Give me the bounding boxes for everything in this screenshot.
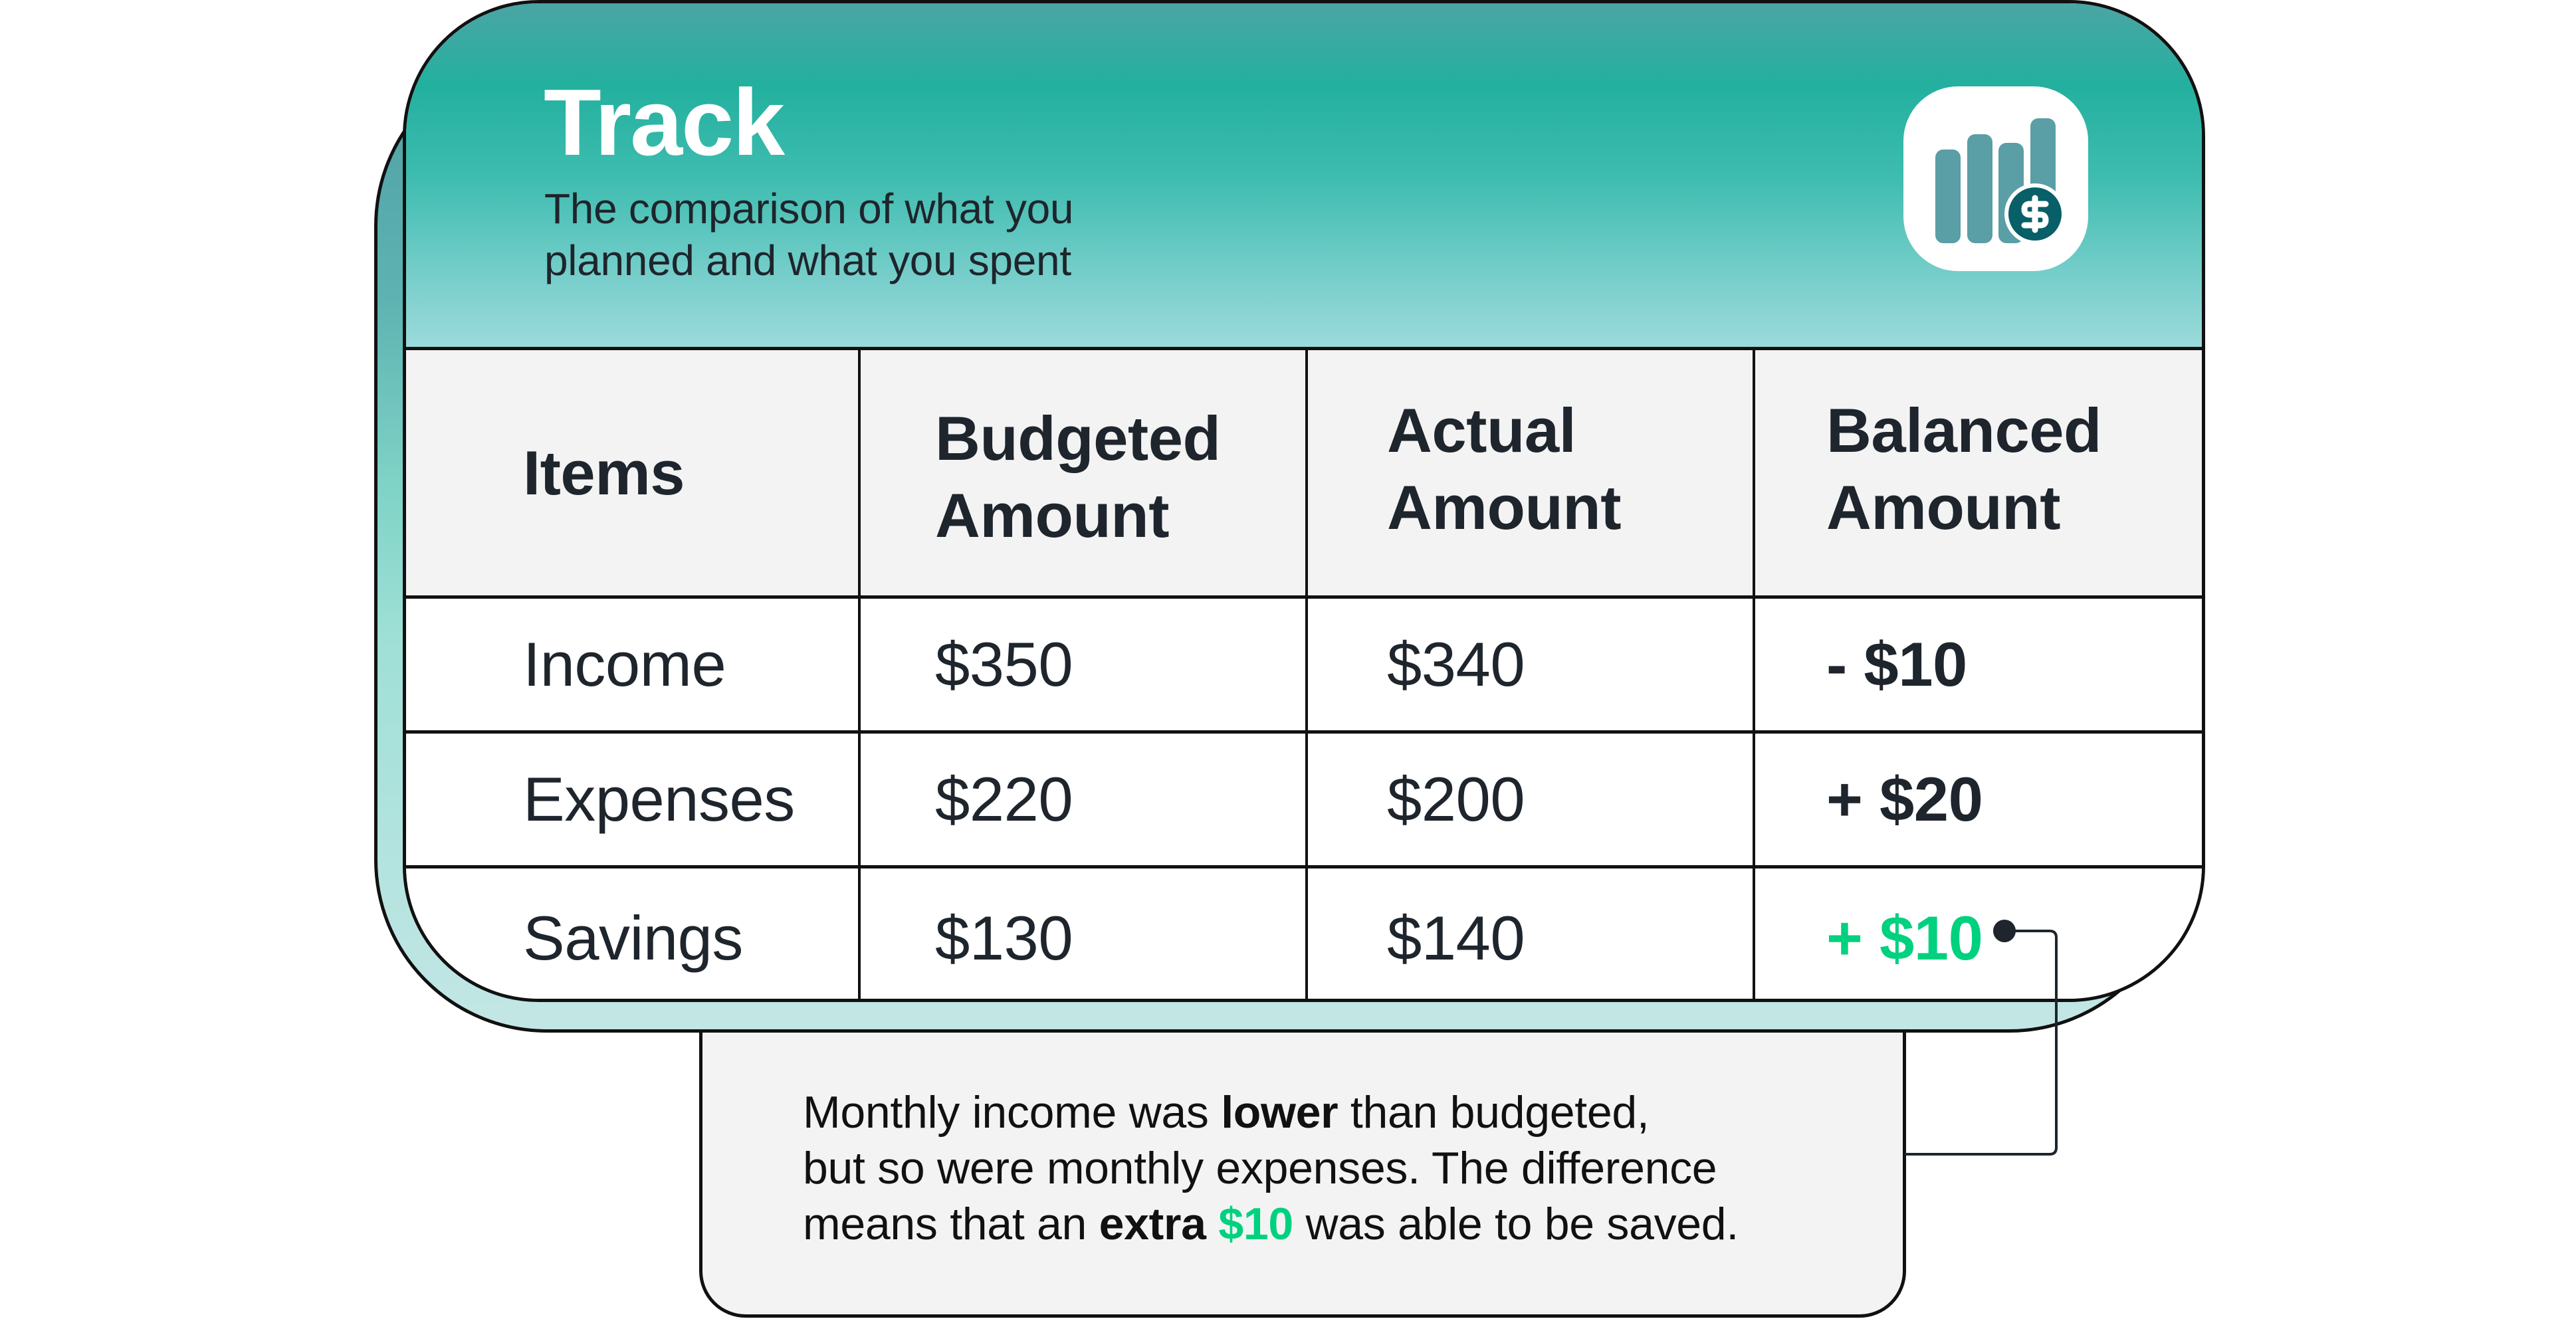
bar-chart-dollar-icon-graphic bbox=[1935, 118, 2066, 245]
callout-text-segment: but so were monthly expenses. The differ… bbox=[803, 1143, 1717, 1193]
item-label: Income bbox=[523, 629, 726, 699]
cell-budgeted: $130 bbox=[861, 868, 1308, 999]
balanced-value: - $10 bbox=[1826, 629, 1967, 699]
header-cell-actual: Actual Amount bbox=[1308, 350, 1755, 595]
cell-item: Expenses bbox=[406, 734, 861, 865]
track-card: Track The comparison of what you planned… bbox=[403, 0, 2205, 1002]
header-label: Budgeted Amount bbox=[935, 403, 1221, 550]
header-cell-balanced: Balanced Amount bbox=[1755, 350, 2202, 595]
bar-chart-dollar-icon bbox=[1903, 86, 2088, 271]
cell-balanced: + $20 bbox=[1755, 734, 2202, 865]
callout-text-segment: means that an bbox=[803, 1199, 1099, 1249]
header-cell-items: Items bbox=[406, 350, 861, 595]
header-label: Actual Amount bbox=[1387, 395, 1622, 542]
callout-space bbox=[1206, 1199, 1219, 1249]
card-title: Track bbox=[544, 70, 785, 175]
item-label: Savings bbox=[523, 903, 743, 973]
cell-budgeted: $220 bbox=[861, 734, 1308, 865]
header-cell-budgeted: Budgeted Amount bbox=[861, 350, 1308, 595]
table-row: Income $350 $340 - $10 bbox=[406, 599, 2202, 734]
actual-value: $140 bbox=[1387, 903, 1525, 973]
cell-budgeted: $350 bbox=[861, 599, 1308, 730]
item-label: Expenses bbox=[523, 764, 795, 834]
cell-balanced: - $10 bbox=[1755, 599, 2202, 730]
callout-text-segment: than budgeted, bbox=[1338, 1087, 1650, 1138]
cell-balanced: + $10 bbox=[1755, 868, 2202, 999]
cell-item: Savings bbox=[406, 868, 861, 999]
icon-bar bbox=[1967, 134, 1992, 243]
card-header: Track The comparison of what you planned… bbox=[406, 3, 2202, 350]
callout-emphasis-lower: lower bbox=[1221, 1087, 1339, 1138]
callout-text-segment: Monthly income was bbox=[803, 1087, 1222, 1138]
cell-actual: $200 bbox=[1308, 734, 1755, 865]
table-row: Expenses $220 $200 + $20 bbox=[406, 734, 2202, 868]
header-label: Items bbox=[523, 437, 685, 508]
callout-text-segment: was able to be saved. bbox=[1293, 1199, 1739, 1249]
header-label: Balanced Amount bbox=[1826, 395, 2101, 542]
actual-value: $340 bbox=[1387, 629, 1525, 699]
cell-actual: $140 bbox=[1308, 868, 1755, 999]
budgeted-value: $220 bbox=[935, 764, 1073, 834]
budgeted-value: $350 bbox=[935, 629, 1073, 699]
cell-actual: $340 bbox=[1308, 599, 1755, 730]
icon-bar bbox=[1935, 150, 1961, 243]
budget-table: Items Budgeted Amount Actual Amount Bala… bbox=[406, 350, 2202, 999]
balanced-value-highlight: + $10 bbox=[1826, 903, 1983, 973]
callout-highlight-amount: $10 bbox=[1218, 1199, 1293, 1249]
dollar-sign-icon bbox=[2021, 195, 2049, 233]
table-row: Savings $130 $140 + $10 bbox=[406, 868, 2202, 999]
actual-value: $200 bbox=[1387, 764, 1525, 834]
balanced-value: + $20 bbox=[1826, 764, 1983, 834]
callout-text: Monthly income was lower than budgeted, b… bbox=[803, 1084, 1739, 1252]
callout-emphasis-extra: extra bbox=[1099, 1199, 1206, 1249]
table-header-row: Items Budgeted Amount Actual Amount Bala… bbox=[406, 350, 2202, 599]
budgeted-value: $130 bbox=[935, 903, 1073, 973]
cell-item: Income bbox=[406, 599, 861, 730]
card-subtitle: The comparison of what you planned and w… bbox=[544, 185, 1074, 284]
